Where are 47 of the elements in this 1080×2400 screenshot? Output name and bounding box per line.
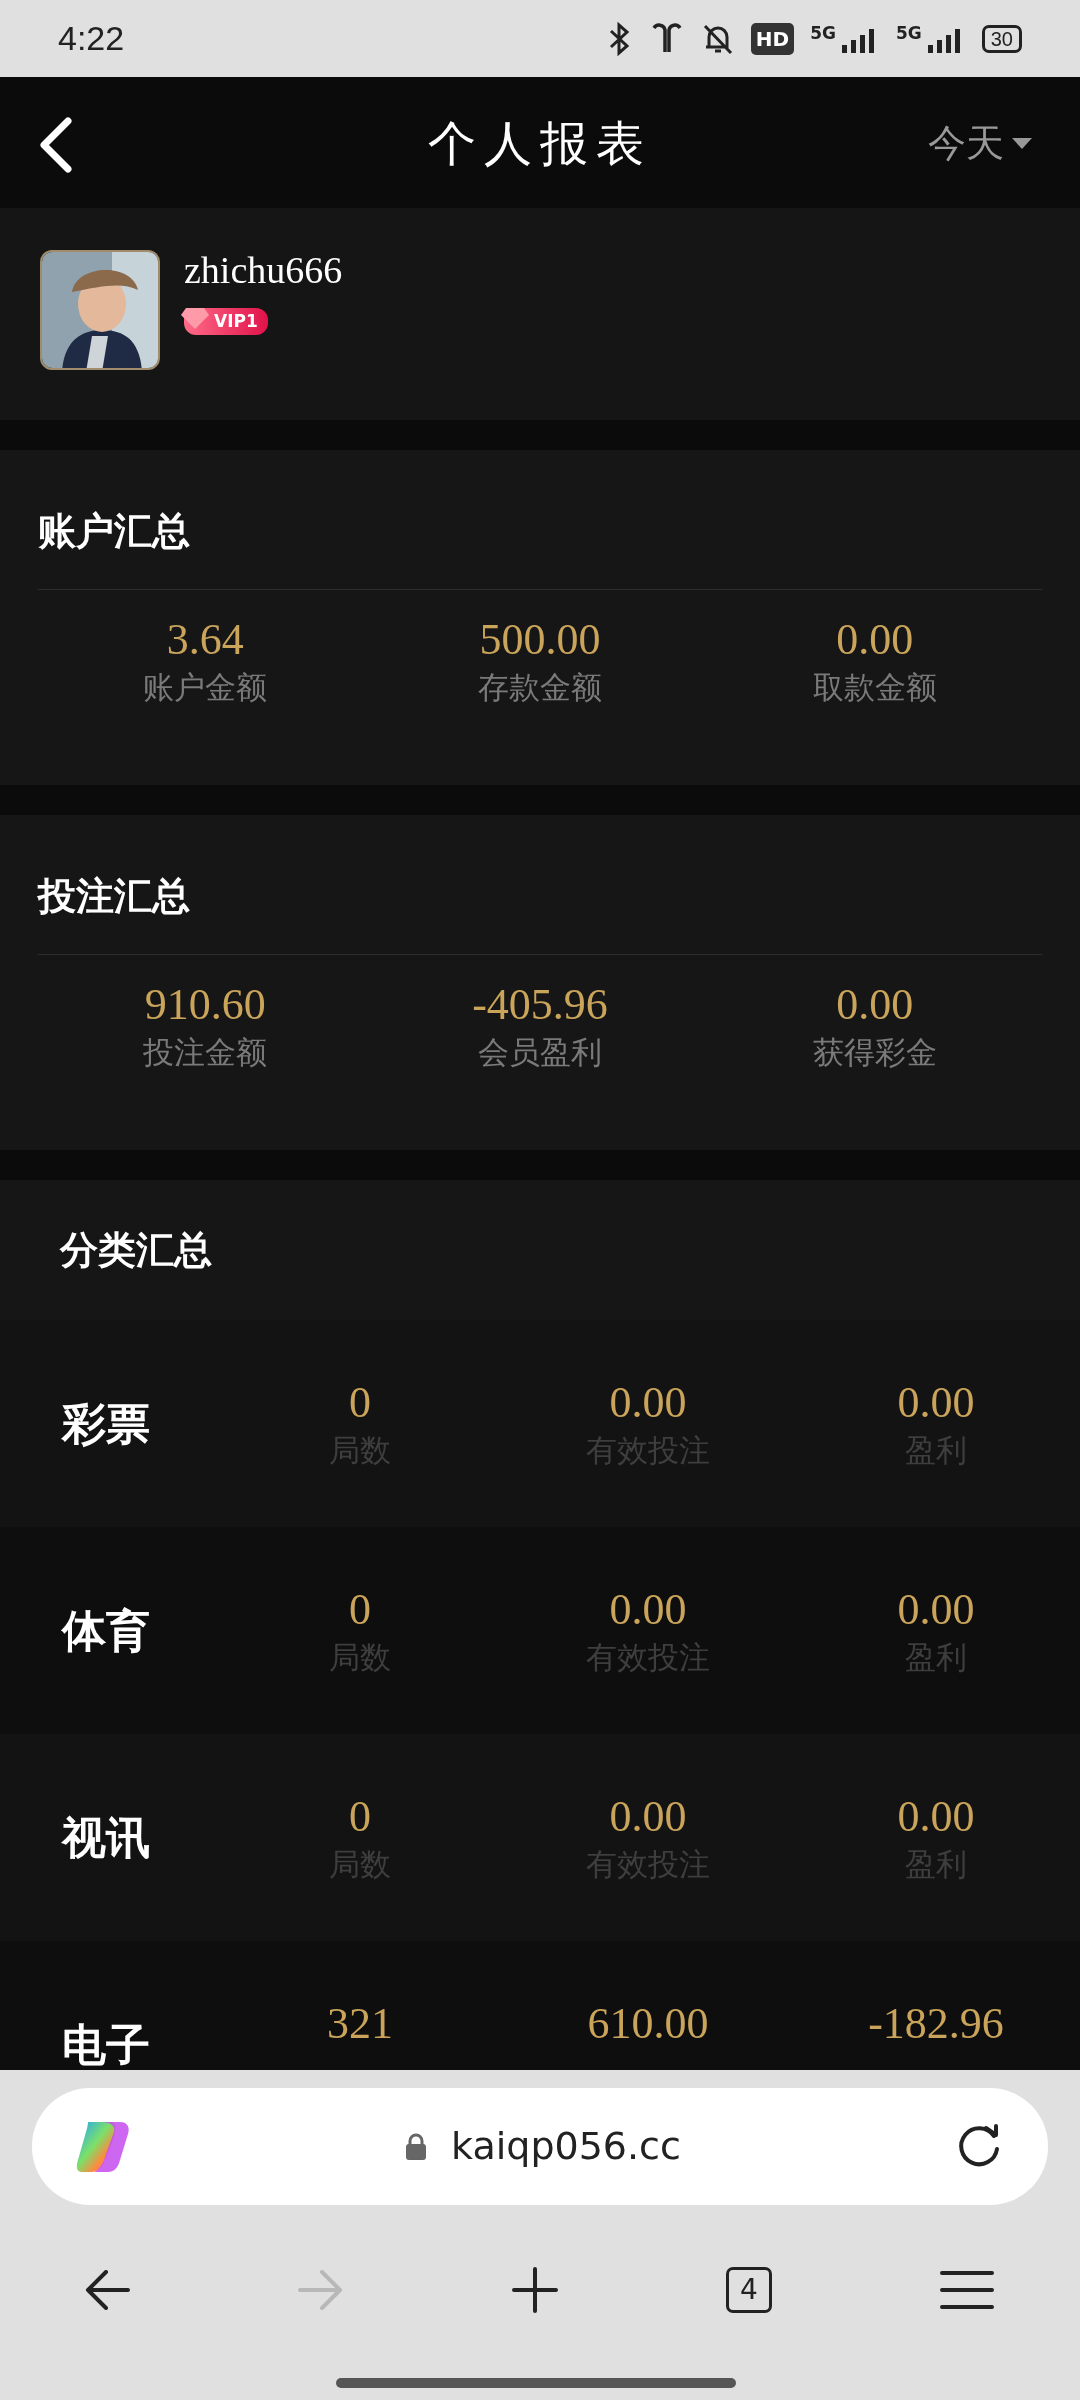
stat-label: 存款金额 <box>478 667 602 707</box>
stat-value: 0 <box>349 1583 371 1636</box>
stat-value: 0 <box>349 1790 371 1843</box>
status-time: 4:22 <box>58 18 125 59</box>
category-name: 电子 <box>62 2018 150 2070</box>
category-name: 体育 <box>62 1604 150 1656</box>
back-arrow-icon[interactable] <box>84 2270 130 2310</box>
battery-indicator: 30 <box>981 24 1022 53</box>
stat-value: -182.96 <box>868 1997 1004 2050</box>
caret-icon <box>1012 137 1032 150</box>
stat-value: 0.00 <box>897 1583 975 1636</box>
stat-value: 0.00 <box>897 1790 975 1843</box>
stat-value: 0.00 <box>609 1583 687 1636</box>
section-title: 账户汇总 <box>38 450 1042 590</box>
page-title: 个人报表 <box>428 113 652 173</box>
section-title: 投注汇总 <box>38 815 1042 955</box>
stat-value: 610.00 <box>587 1997 709 2050</box>
stat-value: 0.00 <box>609 1376 687 1429</box>
menu-icon[interactable] <box>940 2270 994 2310</box>
category-name: 视讯 <box>62 1811 150 1863</box>
stat-label: 取款金额 <box>812 667 937 707</box>
stat-value: 3.64 <box>166 614 244 666</box>
stat-value: 0.00 <box>836 979 914 1031</box>
stat-value: 0.00 <box>609 1790 687 1843</box>
stat-label: 会员盈利 <box>478 1032 602 1072</box>
stat-value: 0 <box>349 1376 371 1429</box>
stat-label: 账户金额 <box>143 667 268 707</box>
stat-value: 0.00 <box>897 1376 975 1429</box>
username: zhichu666 <box>184 250 343 292</box>
date-filter-dropdown[interactable]: 今天 <box>928 115 1032 172</box>
stat-value: 321 <box>327 1997 393 2050</box>
stat-value: 0.00 <box>836 614 914 666</box>
stat-label: 投注金额 <box>143 1032 268 1072</box>
hd-badge: HD <box>750 22 795 55</box>
vip-badge: VIP1 <box>184 307 268 336</box>
network-label: 5G <box>895 24 922 42</box>
lock-icon <box>405 2132 428 2161</box>
url-text: kaiqp056.cc <box>451 2123 681 2170</box>
stat-label: 获得彩金 <box>812 1032 937 1072</box>
stat-value: 910.60 <box>144 979 266 1031</box>
section-title: 分类汇总 <box>60 1226 212 1274</box>
category-name: 彩票 <box>62 1397 150 1449</box>
tab-count-button[interactable]: 4 <box>726 2267 772 2313</box>
network-label: 5G <box>810 24 836 42</box>
new-tab-icon[interactable] <box>512 2267 558 2313</box>
stat-value: 500.00 <box>479 614 601 666</box>
stat-value: -405.96 <box>472 979 608 1031</box>
